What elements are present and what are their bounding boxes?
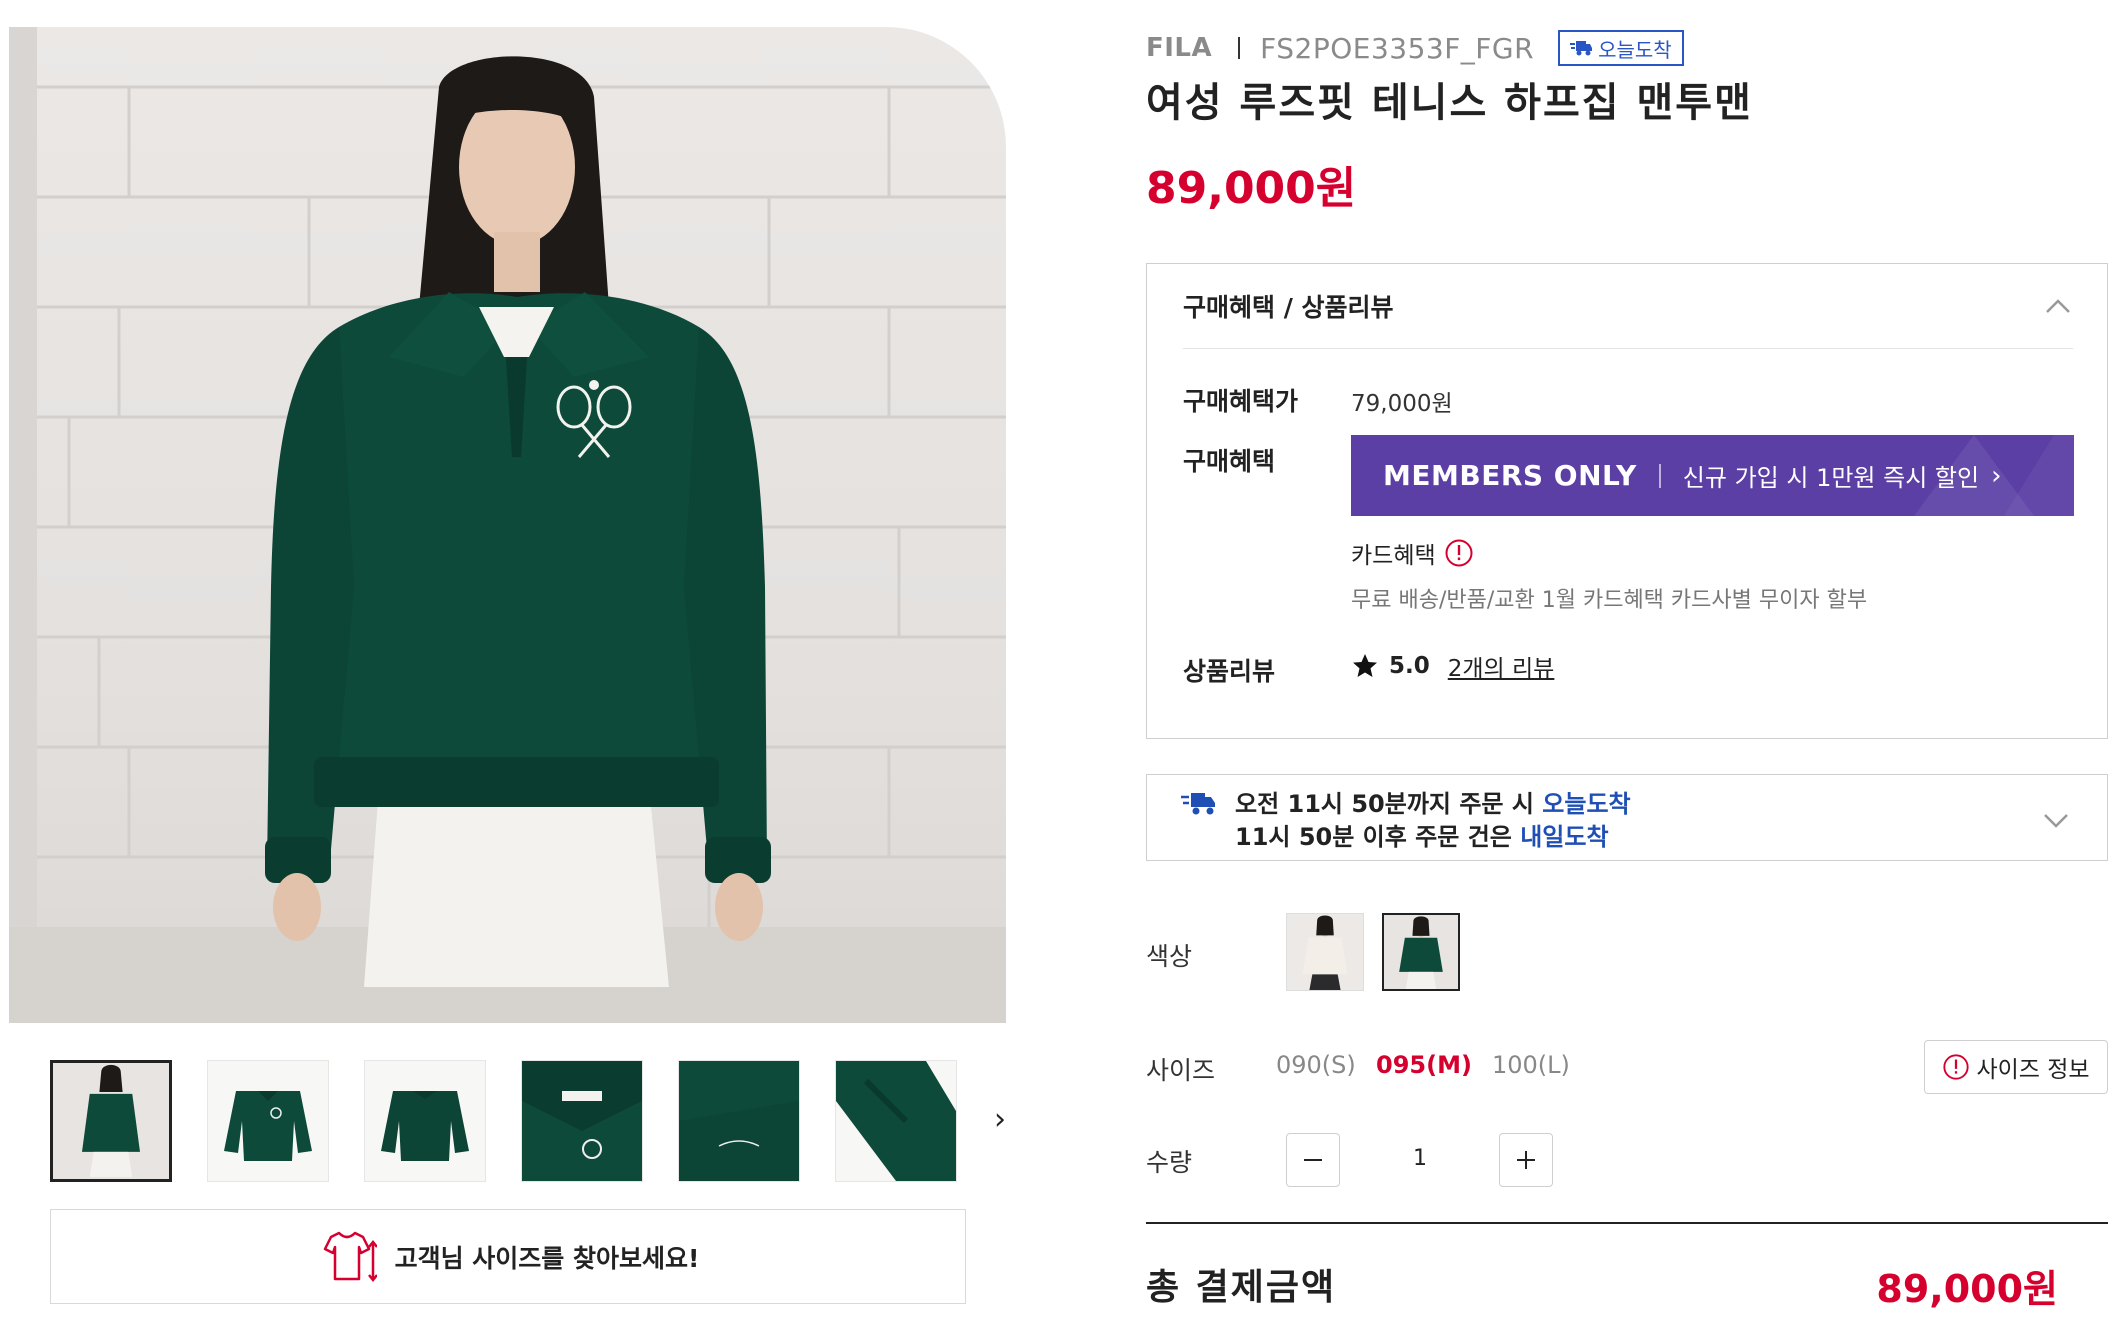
banner-decoration — [1914, 435, 2074, 516]
members-only-banner[interactable]: MEMBERS ONLY 신규 가입 시 1만원 즉시 할인 › — [1351, 435, 2074, 516]
alert-info-icon[interactable] — [1444, 538, 1474, 568]
thumbnail-4[interactable] — [521, 1060, 643, 1182]
size-option-label: 사이즈 — [1146, 1056, 1216, 1085]
delivery-today-highlight: 오늘도착 — [1542, 790, 1631, 818]
delivery-today-text: 오전 11시 50분까지 주문 시 — [1235, 790, 1543, 818]
total-amount-label: 총 결제금액 — [1146, 1267, 1337, 1308]
product-title: 여성 루즈핏 테니스 하프집 맨투맨 — [1146, 80, 1753, 126]
shirt-measure-icon — [323, 1231, 377, 1282]
size-finder-label: 고객님 사이즈를 찾아보세요! — [394, 1243, 700, 1273]
brand-row: FILA FS2POE3353F_FGR 오늘도착 — [1146, 28, 1684, 68]
size-info-label: 사이즈 정보 — [1976, 1057, 2090, 1083]
product-price: 89,000원 — [1146, 163, 1357, 214]
star-icon — [1353, 654, 1377, 677]
rating-score: 5.0 — [1389, 653, 1430, 679]
members-divider — [1658, 463, 1661, 488]
quantity-decrease-button[interactable] — [1286, 1133, 1340, 1187]
thumbnail-5[interactable] — [678, 1060, 800, 1182]
brand-name[interactable]: FILA — [1146, 33, 1212, 63]
review-label: 상품리뷰 — [1183, 657, 1276, 686]
collar-detail-thumb — [522, 1061, 642, 1181]
main-product-image[interactable] — [9, 27, 1006, 1023]
benefit-review-panel: 구매혜택 / 상품리뷰 구매혜택가 79,000원 구매혜택 MEMBERS O… — [1146, 263, 2108, 739]
embroidery-detail-thumb — [679, 1061, 799, 1181]
benefit-panel-header[interactable]: 구매혜택 / 상품리뷰 — [1183, 264, 2073, 349]
thumbnail-1[interactable] — [50, 1060, 172, 1182]
delivery-notice-panel[interactable]: 오전 11시 50분까지 주문 시 오늘도착 11시 50분 이후 주문 건은 … — [1146, 774, 2108, 861]
model-front-thumb — [53, 1063, 169, 1179]
thumbnail-next-arrow-icon[interactable]: › — [985, 1100, 1015, 1140]
color-swatch-green[interactable] — [1382, 913, 1460, 991]
sweatshirt-flat-thumb — [365, 1061, 485, 1181]
color-swatch-ivory[interactable] — [1286, 913, 1364, 991]
alert-info-icon — [1943, 1054, 1970, 1080]
chevron-down-icon[interactable] — [2041, 805, 2071, 835]
size-option-m[interactable]: 095(M) — [1376, 1051, 1472, 1079]
delivery-line-today: 오전 11시 50분까지 주문 시 오늘도착 — [1235, 784, 1631, 819]
model-figure — [265, 56, 771, 987]
plus-icon — [1517, 1151, 1535, 1169]
size-option-l[interactable]: 100(L) — [1492, 1051, 1570, 1079]
quantity-value: 1 — [1413, 1146, 1427, 1171]
delivery-truck-icon — [1181, 793, 1215, 815]
sweatshirt-front-thumb — [208, 1061, 328, 1181]
thumbnail-6[interactable] — [835, 1060, 957, 1182]
thumbnail-strip: › — [50, 1060, 1030, 1184]
product-info-panel: FILA FS2POE3353F_FGR 오늘도착 여성 루즈핏 테니스 하프집… — [1146, 0, 2108, 1321]
benefit-price-label: 구매혜택가 — [1183, 387, 1299, 416]
product-sku: FS2POE3353F_FGR — [1260, 31, 1535, 65]
rating-row: 5.0 2개의 리뷰 — [1351, 649, 1554, 683]
quantity-increase-button[interactable] — [1499, 1133, 1553, 1187]
review-count-link[interactable]: 2개의 리뷰 — [1448, 649, 1555, 683]
green-sweatshirt-swatch-image — [1384, 915, 1458, 989]
card-benefit-description: 무료 배송/반품/교환 1월 카드혜택 카드사별 무이자 할부 — [1351, 588, 1868, 613]
benefit-label: 구매혜택 — [1183, 447, 1276, 476]
benefit-panel-title: 구매혜택 / 상품리뷰 — [1183, 293, 1394, 322]
thumbnail-2[interactable] — [207, 1060, 329, 1182]
ivory-sweatshirt-swatch-image — [1287, 914, 1363, 990]
card-benefit-row[interactable]: 카드혜택 — [1351, 536, 1474, 570]
minus-icon — [1304, 1159, 1322, 1161]
today-delivery-badge: 오늘도착 — [1558, 30, 1684, 66]
color-option-label: 색상 — [1146, 942, 1193, 971]
total-amount-value: 89,000원 — [1876, 1267, 2058, 1311]
thumbnail-3[interactable] — [364, 1060, 486, 1182]
cuff-detail-thumb — [836, 1061, 956, 1181]
chevron-up-icon[interactable] — [2043, 292, 2073, 322]
members-only-title: MEMBERS ONLY — [1383, 459, 1637, 492]
total-divider — [1146, 1222, 2108, 1224]
quantity-label: 수량 — [1146, 1148, 1193, 1177]
size-option-s[interactable]: 090(S) — [1276, 1051, 1356, 1079]
delivery-truck-icon — [1570, 41, 1593, 56]
card-benefit-label: 카드혜택 — [1351, 543, 1436, 569]
today-badge-label: 오늘도착 — [1598, 37, 1672, 62]
benefit-price-value: 79,000원 — [1351, 391, 1453, 417]
brand-divider — [1238, 37, 1241, 59]
delivery-tomorrow-text: 11시 50분 이후 주문 건은 — [1235, 823, 1521, 851]
size-info-button[interactable]: 사이즈 정보 — [1924, 1040, 2108, 1094]
delivery-line-tomorrow: 11시 50분 이후 주문 건은 내일도착 — [1235, 817, 1609, 852]
delivery-tomorrow-highlight: 내일도착 — [1520, 823, 1609, 851]
size-finder-button[interactable]: 고객님 사이즈를 찾아보세요! — [50, 1209, 966, 1304]
